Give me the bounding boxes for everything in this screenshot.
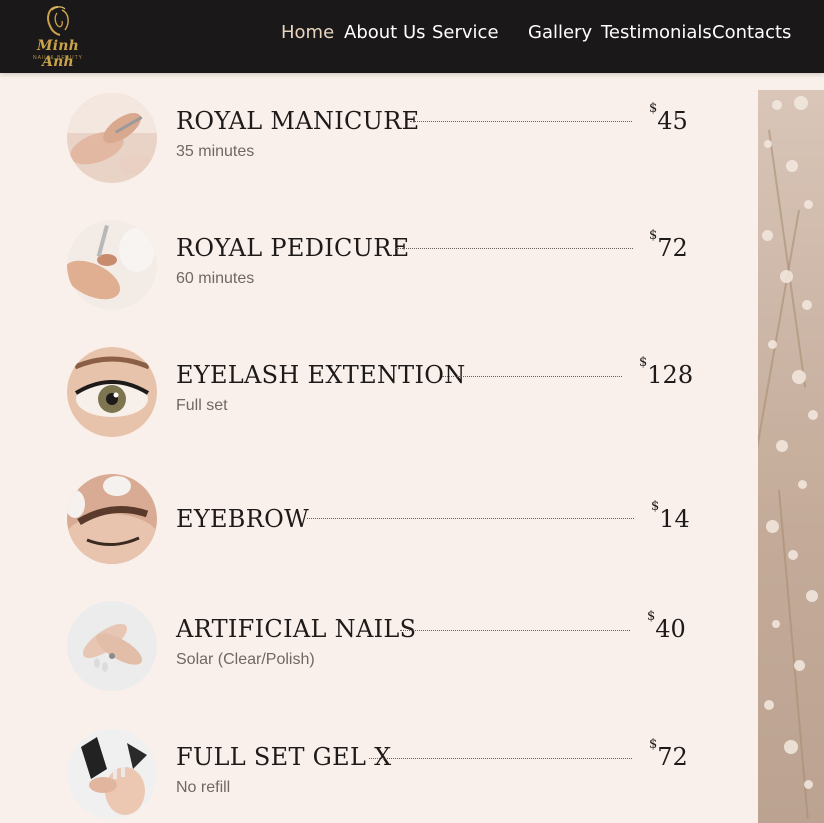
nav-gallery[interactable]: Gallery [528,22,592,43]
currency-symbol: $ [649,737,658,752]
nav-service[interactable]: Service [432,22,499,43]
service-item: EYEBROW $14 [67,474,690,566]
service-title: ROYAL PEDICURE [176,234,410,262]
service-title: ARTIFICIAL NAILS [176,615,417,643]
service-title: EYELASH EXTENTION [176,361,466,389]
currency-symbol: $ [649,101,658,116]
service-detail: Solar (Clear/Polish) [176,651,315,668]
eyelash-photo [67,347,157,437]
brand-tagline: NAIL & BEAUTY [32,55,84,61]
service-title: ROYAL MANICURE [176,107,420,135]
dotted-leader [410,121,632,122]
nav-home[interactable]: Home [281,22,334,43]
currency-symbol: $ [639,355,648,370]
price-value: 128 [647,361,694,389]
service-price: $40 [647,609,686,643]
logo-face-icon [47,6,69,36]
service-price: $72 [649,737,688,771]
nav-contacts[interactable]: Contacts [712,22,791,43]
dotted-leader [442,376,622,377]
price-value: 72 [657,234,688,262]
site-header: Minh Anh NAIL & BEAUTY Home About Us Ser… [0,0,824,73]
service-item: FULL SET GEL X $72 No refill [67,729,688,821]
service-detail: 60 minutes [176,270,255,287]
currency-symbol: $ [651,499,660,514]
service-detail: No refill [176,779,231,796]
dotted-leader [396,248,633,249]
service-price: $128 [639,355,694,389]
dried-flowers-image [758,90,824,823]
price-value: 45 [657,107,688,135]
price-value: 14 [659,505,690,533]
service-price: $45 [649,101,688,135]
service-title: FULL SET GEL X [176,743,392,771]
pedicure-photo [67,220,157,310]
service-detail: 35 minutes [176,143,255,160]
nav-about-us[interactable]: About Us [344,22,426,43]
service-detail: Full set [176,397,228,414]
dotted-leader [307,518,634,519]
service-item: ROYAL MANICURE $45 35 minutes [67,93,688,185]
dotted-leader [369,758,632,759]
currency-symbol: $ [647,609,656,624]
currency-symbol: $ [649,228,658,243]
brand-name: Minh Anh [37,38,79,70]
price-value: 40 [655,615,686,643]
dotted-leader [400,630,630,631]
nav-testimonials[interactable]: Testimonials [601,22,712,43]
service-item: ROYAL PEDICURE $72 60 minutes [67,220,688,312]
service-title: EYEBROW [176,505,310,533]
price-value: 72 [657,743,688,771]
gel-x-photo [67,729,157,819]
eyebrow-photo [67,474,157,564]
service-item: EYELASH EXTENTION $128 Full set [67,347,693,439]
brand-logo[interactable]: Minh Anh NAIL & BEAUTY [20,4,96,70]
manicure-photo [67,93,157,183]
service-price: $14 [651,499,690,533]
service-item: ARTIFICIAL NAILS $40 Solar (Clear/Polish… [67,601,686,693]
service-price: $72 [649,228,688,262]
artificial-nails-photo [67,601,157,691]
